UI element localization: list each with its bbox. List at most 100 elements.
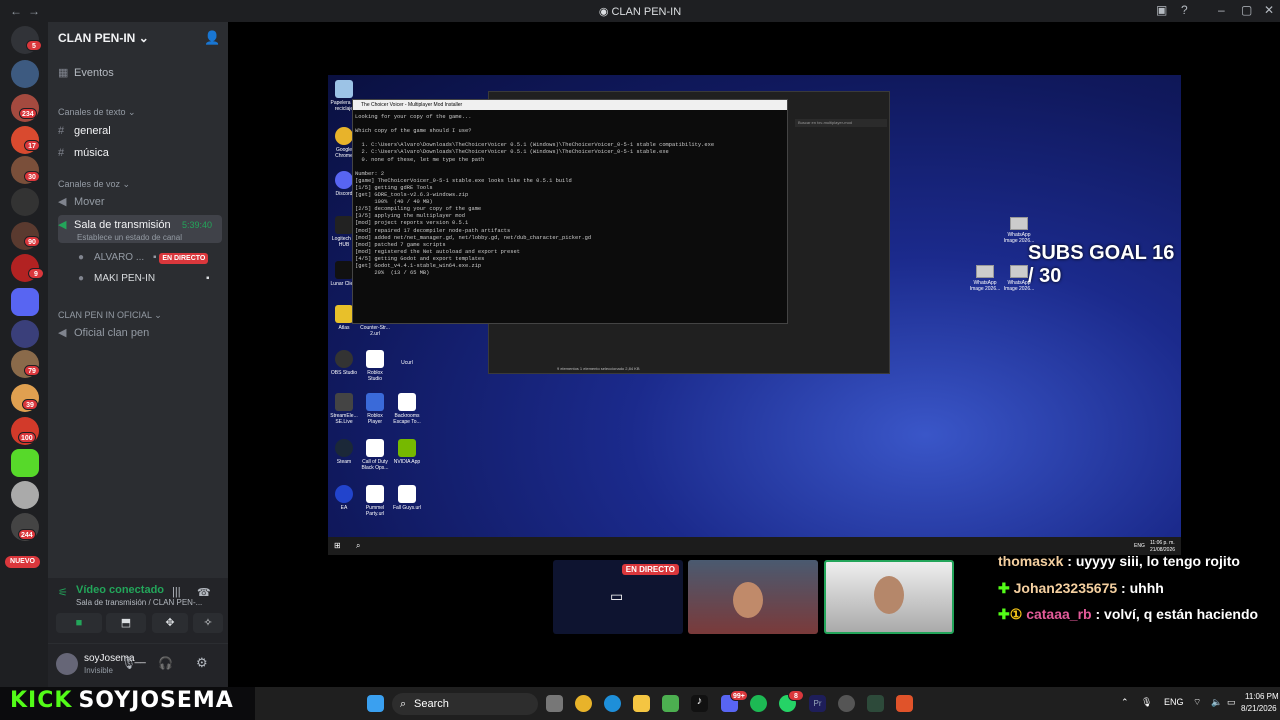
voice-location: Sala de transmisión / CLAN PEN-... [76,598,203,607]
add-member-icon[interactable]: 👤 [204,30,220,46]
stream-timer: 5:39:40 [182,220,213,230]
explorer-status: 9 elementos 1 elemento seleccionado 2,84… [557,366,640,371]
kick-logo: KICK [10,688,73,713]
voice-member-alvaro[interactable]: ● ALVARO ... ▪ EN DIRECTO [78,248,222,268]
terminal-line: Number: 2 [355,170,385,177]
headphones-icon[interactable]: 🎧 [158,656,173,670]
search-icon: ⌕ [356,541,361,550]
volume-icon[interactable]: 🔈 [1211,697,1222,708]
terminal-line: [get] GDRE_tools-v2.6.3-windows.zip [355,192,469,199]
badge-icon: ✚ [998,580,1010,596]
task-view-icon[interactable] [546,695,563,712]
camera-button[interactable]: ■ [56,613,102,633]
streamed-desktop: Papelera de reciclaje Google Chrome Disc… [328,75,1181,555]
channel-official[interactable]: ◀ Oficial clan pen [58,323,222,343]
noise-suppression-icon[interactable]: ||| [172,586,181,598]
username[interactable]: soyJosema__ [84,653,146,664]
terminal-line: [mod] project reports version 0.5.1 [355,220,469,227]
tiktok-icon[interactable]: ♪ [691,695,708,712]
screen: ←→ ◉ CLAN PEN-IN ▣ ? – ▢ ✕ 5 234 17 30 9… [0,0,1280,720]
badge-icon: ✚ [998,606,1010,622]
close-button[interactable]: ✕ [1264,3,1274,17]
hashtag-icon: # [58,125,65,137]
chat-message: ✚ Johan23235675 : uhhh [998,580,1164,596]
server-icon-13[interactable] [11,481,39,509]
microphone-icon[interactable]: 🎙 [1141,697,1152,708]
webcam-tile-2[interactable] [824,560,954,634]
avatar[interactable] [56,653,78,675]
server-icon-1[interactable] [11,60,39,88]
chevron-up-icon[interactable]: ⌃ [1121,697,1129,708]
server-icon-5[interactable] [11,188,39,216]
live-badge: EN DIRECTO [159,253,209,264]
premiere-icon[interactable]: Pr [809,695,826,712]
desktop-icon-ea: EA [329,485,359,511]
terminal-line: [2/5] decompiling your copy of the game [355,206,482,213]
taskbar-date[interactable]: 8/21/2026 [1241,704,1277,713]
taskbar-time[interactable]: 11:06 PM [1245,692,1279,701]
taskbar-search[interactable]: ⌕ Search [392,693,538,715]
terminal-line: [1/5] getting gdRE Tools [355,184,433,191]
file-explorer-icon[interactable] [633,695,650,712]
server-icon-8[interactable] [11,320,39,348]
category-text-channels[interactable]: Canales de texto ⌄ [58,107,136,118]
channel-status[interactable]: Establece un estado de canal [77,233,182,242]
installer-terminal: The Choicer Voicer - Multiplayer Mod Ins… [352,99,788,324]
server-rail: 5 234 17 30 90 9 79 39 100 244 NUEVO [0,22,48,687]
server-badge: 234 [19,108,37,119]
desktop-icon-ucurl: Ucurl [401,360,413,366]
avatar: ● [78,252,85,263]
webcam-tile-1[interactable] [688,560,818,634]
server-badge: 39 [22,399,38,410]
hashtag-icon: # [58,147,65,159]
spotify-icon[interactable] [750,695,767,712]
desktop-icon-roblox-studio: Roblox Studio [360,350,390,382]
chrome-icon[interactable] [575,695,592,712]
folder-icon[interactable] [11,288,39,316]
settings-icon[interactable]: ⚙ [196,655,208,671]
whatsapp-badge: 8 [788,690,804,701]
help-icon[interactable]: ? [1181,3,1188,17]
brave-icon[interactable] [896,695,913,712]
inbox-icon[interactable]: ▣ [1156,3,1167,17]
channel-musica[interactable]: # música [58,143,222,163]
channel-mover[interactable]: ◀ Mover [58,192,222,212]
edge-icon[interactable] [604,695,621,712]
explorer-search: Buscar en txv-multiplayer-mod [795,119,887,127]
taskbar-lang: ENG [1134,543,1145,549]
activities-button[interactable]: ✥ [152,613,188,633]
desktop-icon-cod: Call of Duty Black Ops... [360,439,390,471]
maximize-button[interactable]: ▢ [1241,3,1252,17]
category-voice-channels[interactable]: Canales de voz ⌄ [58,179,130,190]
soundboard-button[interactable]: ✧ [193,613,223,633]
terminal-output: Looking for your copy of the game... Whi… [353,110,787,281]
discord-badge: 99+ [730,690,748,701]
battery-icon[interactable]: ▭ [1227,697,1236,708]
voice-member-maki[interactable]: ● MAKI PEN-IN ▪ [78,269,222,289]
desktop-file-whatsapp: WhatsApp Image 2026... [1002,217,1036,244]
voice-status[interactable]: Vídeo conectado [76,584,164,596]
tray-lang[interactable]: ENG [1164,697,1184,707]
stream-thumbnail[interactable]: EN DIRECTO ▭ [553,560,683,634]
store-icon[interactable] [662,695,679,712]
obs-icon[interactable] [838,695,855,712]
terminal-title: The Choicer Voicer - Multiplayer Mod Ins… [353,100,787,110]
desktop-icon-roblox-player: Roblox Player [360,393,390,425]
server-icon-12[interactable] [11,449,39,477]
microphone-icon[interactable]: 🎙 [121,656,136,670]
category-official[interactable]: CLAN PEN IN OFICIAL ⌄ [58,310,162,321]
channel-general[interactable]: # general [58,121,222,141]
server-badge: 30 [24,171,40,182]
server-name-button[interactable]: CLAN PEN-IN ⌄ [58,31,149,45]
events-item[interactable]: ▦ Eventos [58,63,222,83]
wifi-icon[interactable]: ⌔ [1193,697,1201,708]
signal-icon: ⚟ [58,587,68,599]
minimize-button[interactable]: – [1218,3,1225,17]
disconnect-icon[interactable]: ☎ [197,586,211,599]
start-icon[interactable] [367,695,384,712]
screen-share-button[interactable]: ⬒ [106,613,146,633]
server-badge: 100 [18,432,36,443]
desktop-file-whatsapp: WhatsApp Image 2026... [968,265,1002,292]
terminal-icon[interactable] [867,695,884,712]
